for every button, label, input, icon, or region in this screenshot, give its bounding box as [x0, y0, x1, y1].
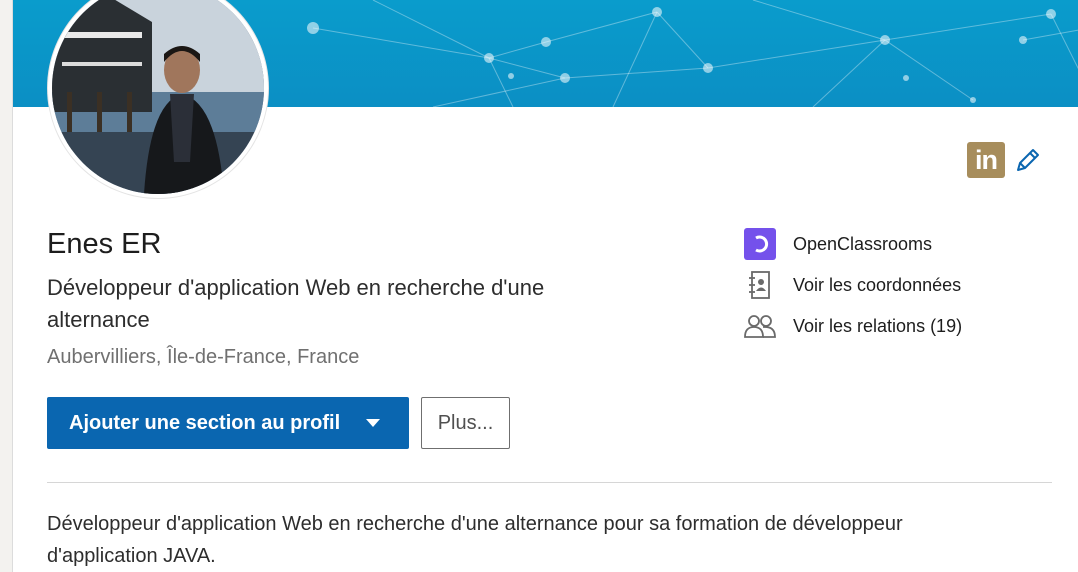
add-section-label: Ajouter une section au profil: [69, 411, 341, 434]
relations-link[interactable]: Voir les relations (19): [743, 308, 962, 344]
openclassrooms-logo-icon: [744, 228, 776, 260]
profile-location: Aubervilliers, Île-de-France, France: [47, 346, 360, 368]
section-divider: [47, 482, 1052, 483]
more-button[interactable]: Plus...: [421, 397, 510, 449]
profile-side-links: OpenClassrooms Voir les coordonnées Voir…: [743, 226, 962, 349]
add-section-button[interactable]: Ajouter une section au profil: [47, 397, 409, 449]
people-icon: [743, 309, 777, 343]
contact-info-label: Voir les coordonnées: [793, 274, 962, 295]
relations-label: Voir les relations (19): [793, 315, 963, 336]
linkedin-icon[interactable]: in: [967, 142, 1005, 178]
contact-info-link[interactable]: Voir les coordonnées: [743, 267, 962, 303]
top-icons: in: [967, 142, 1043, 178]
school-link[interactable]: OpenClassrooms: [743, 226, 962, 262]
pencil-icon[interactable]: [1013, 145, 1043, 175]
profile-headline: Développeur d'application Web en recherc…: [47, 275, 545, 332]
caret-down-icon: [366, 419, 381, 427]
address-book-icon: [743, 268, 777, 302]
profile-summary: Développeur d'application Web en recherc…: [47, 513, 903, 567]
profile-photo[interactable]: [48, 0, 268, 198]
profile-card: in Enes ER Développeur d'application Web…: [12, 0, 1078, 572]
profile-name: Enes ER: [47, 228, 162, 260]
school-label: OpenClassrooms: [793, 233, 933, 254]
